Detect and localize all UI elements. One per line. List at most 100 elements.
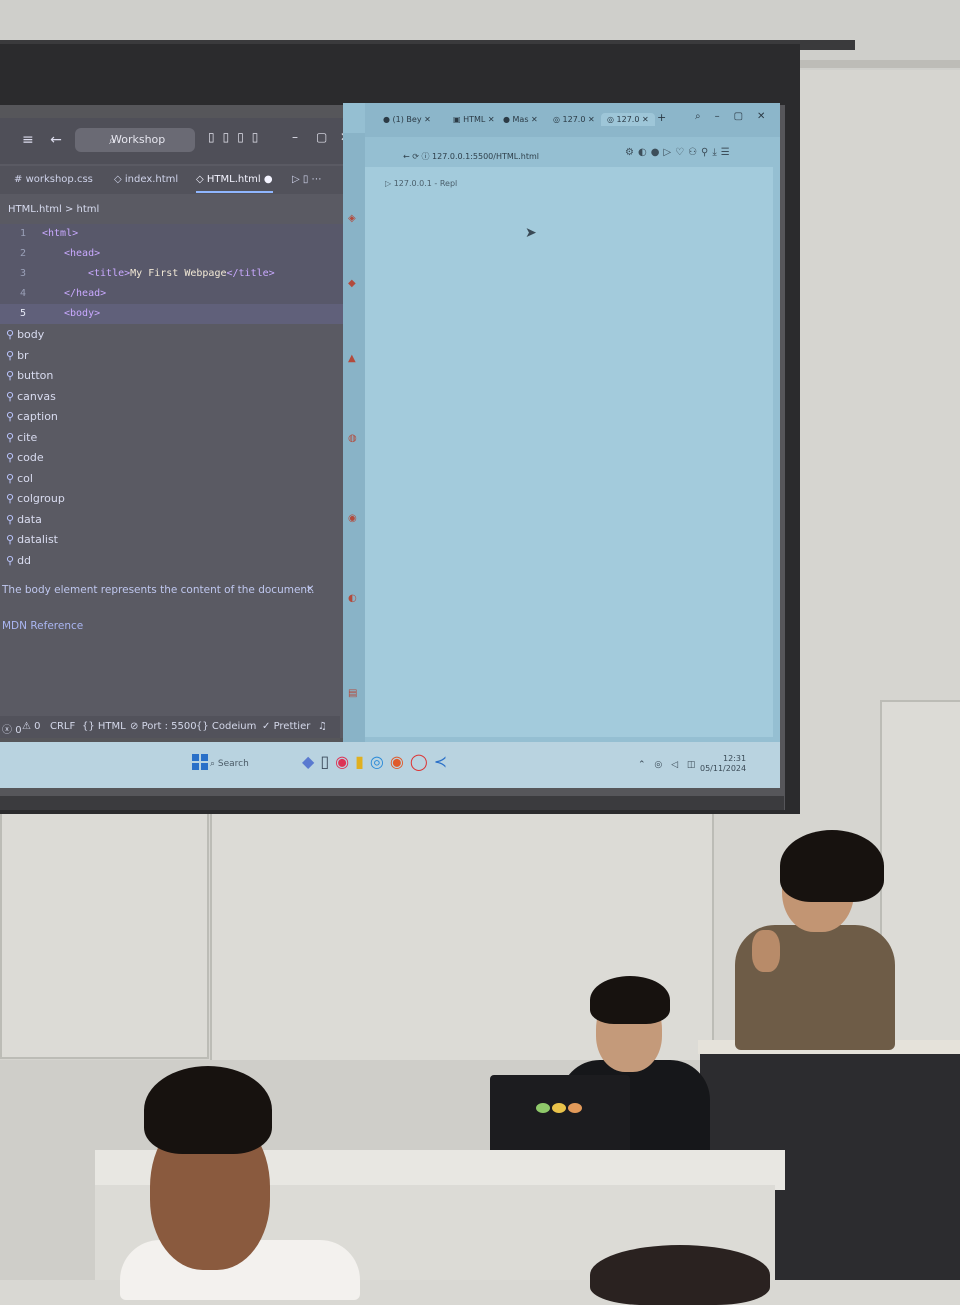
tab-workshop-css[interactable]: # workshop.css <box>14 174 93 185</box>
presenter-hair <box>780 830 884 902</box>
suggestion-item[interactable]: ⚲ datalist <box>6 533 58 553</box>
notifications-icon[interactable]: ♫ <box>318 721 327 732</box>
code-text: My First Webpage <box>130 268 227 279</box>
browser-tab[interactable]: ◎ 127.0 ✕ <box>553 115 595 124</box>
suggestion-item[interactable]: ⚲ canvas <box>6 390 56 410</box>
suggestion-item[interactable]: ⚲ cite <box>6 431 37 451</box>
suggestion-item[interactable]: ⚲ button <box>6 369 53 389</box>
taskbar-search[interactable]: ⌕ Search <box>210 752 290 776</box>
browser-tab-active[interactable]: ◎ 127.0 ✕ <box>601 113 655 126</box>
codeium-status[interactable]: {} Codeium <box>196 721 256 732</box>
codeium-label: Codeium <box>211 721 257 732</box>
page-heading: ▷ 127.0.0.1 - Repl <box>385 179 458 188</box>
suggestion-item[interactable]: ⚲ dd <box>6 554 31 574</box>
minimize-icon[interactable]: – <box>292 130 298 144</box>
new-tab-button[interactable]: + <box>657 111 666 124</box>
code-tag: <title> <box>88 268 131 279</box>
warning-count: 0 <box>34 721 41 732</box>
suggestion-label: code <box>17 451 44 464</box>
suggestion-label: canvas <box>17 390 56 403</box>
browser-window: ◈ ◆ ▲ ◍ ◉ ◐ ▤ ● (1) Bey ✕ ▣ HTML ✕ ● Mas… <box>343 103 780 743</box>
live-server-port[interactable]: ⊘ Port : 5500 <box>130 721 197 732</box>
browser-tab-label: 127.0 <box>562 115 586 124</box>
address-bar[interactable]: ← ⟳ ⓘ 127.0.0.1:5500/HTML.html <box>403 151 539 162</box>
suggestion-item[interactable]: ⚲ code <box>6 451 44 471</box>
sidebar-icon[interactable]: ◍ <box>348 433 357 444</box>
search-label: Workshop <box>111 133 166 146</box>
run-icon[interactable]: ▷ ▯ ⋯ <box>292 174 322 185</box>
warnings-indicator[interactable]: ⚠ 0 <box>22 721 41 732</box>
browser-toolbar-icons[interactable]: ⚙◐●▷♡⚇⚲⤓☰ <box>625 147 734 158</box>
suggestion-item[interactable]: ⚲ body <box>6 328 44 348</box>
language-mode[interactable]: {} HTML <box>82 721 126 732</box>
code-tag: </title> <box>226 268 275 279</box>
language-label: HTML <box>97 721 126 732</box>
sidebar-icon[interactable]: ▤ <box>348 688 357 699</box>
windows-start-icon[interactable] <box>192 754 208 770</box>
command-search[interactable]: ⌕ Workshop <box>75 128 195 152</box>
wrench-icon: ⚲ <box>6 390 15 403</box>
tab-index-html[interactable]: ◇ index.html <box>114 174 178 185</box>
close-icon[interactable]: ✕ <box>306 584 314 595</box>
suggestion-item[interactable]: ⚲ data <box>6 513 42 533</box>
laptop-sticker <box>552 1103 566 1113</box>
suggestion-label: button <box>17 369 54 382</box>
taskbar-app-icons[interactable]: ◆▯◉▮◎◉◯≺ <box>302 752 453 771</box>
code-line-active: 5 <body> <box>0 304 345 324</box>
prettier-status[interactable]: ✓ Prettier <box>262 721 310 732</box>
suggestion-label: br <box>17 349 29 362</box>
code-line: 1 <html> <box>0 224 345 244</box>
browser-tab[interactable]: ● (1) Bey ✕ <box>383 115 431 124</box>
line-number: 1 <box>19 228 26 239</box>
mdn-reference-link[interactable]: MDN Reference <box>2 620 83 632</box>
suggestion-item[interactable]: ⚲ col <box>6 472 33 492</box>
wrench-icon: ⚲ <box>6 349 15 362</box>
wrench-icon: ⚲ <box>6 513 15 526</box>
breadcrumb[interactable]: HTML.html > html <box>8 204 99 215</box>
system-tray-icons[interactable]: ⌃ ◎ ◁ ◫ <box>638 760 698 770</box>
screen-bottom-bar <box>0 796 784 810</box>
editor-tab-bar: # workshop.css ◇ index.html ◇ HTML.html … <box>0 166 358 194</box>
browser-tab-label: 127.0 <box>616 115 640 124</box>
code-tag: <body> <box>64 308 101 319</box>
taskbar-clock[interactable]: 12:31 05/11/2024 <box>700 754 746 774</box>
tab-label: workshop.css <box>25 174 93 185</box>
browser-sidebar: ◈ ◆ ▲ ◍ ◉ ◐ ▤ <box>343 133 365 743</box>
windows-taskbar: ⌕ Search ◆▯◉▮◎◉◯≺ ⌃ ◎ ◁ ◫ 12:31 05/11/20… <box>0 742 780 788</box>
browser-tab-strip: ● (1) Bey ✕ ▣ HTML ✕ ● Mas ✕ ◎ 127.0 ✕ ◎… <box>365 103 780 137</box>
tab-label: index.html <box>124 174 179 185</box>
line-number: 5 <box>19 308 26 319</box>
tab-html-html[interactable]: ◇ HTML.html ● <box>196 174 273 193</box>
browser-viewport[interactable]: ▷ 127.0.0.1 - Repl ➤ <box>365 167 773 737</box>
code-line: 4 </head> <box>0 284 345 304</box>
problems-indicator[interactable]: ⓧ 0 <box>2 721 22 736</box>
page-title-text: 127.0.0.1 - Repl <box>393 179 458 188</box>
maximize-icon[interactable]: ▢ <box>316 130 327 144</box>
suggestion-item[interactable]: ⚲ colgroup <box>6 492 65 512</box>
sidebar-icon[interactable]: ◆ <box>348 278 356 289</box>
sidebar-icon[interactable]: ◉ <box>348 513 357 524</box>
code-area[interactable]: 1 <html> 2 <head> 3 <title>My First Webp… <box>0 224 345 324</box>
layout-icons[interactable]: ▯▯▯▯ <box>208 130 266 144</box>
browser-tab-label: HTML <box>463 115 486 124</box>
sidebar-icon[interactable]: ◐ <box>348 593 357 604</box>
eol-indicator[interactable]: CRLF <box>50 721 75 732</box>
code-tag: <html> <box>42 228 79 239</box>
mouse-cursor-icon: ➤ <box>525 225 537 241</box>
sidebar-icon[interactable]: ◈ <box>348 213 356 224</box>
suggestion-item[interactable]: ⚲ br <box>6 349 29 369</box>
suggestion-label: col <box>17 472 33 485</box>
line-number: 2 <box>19 248 26 259</box>
wrench-icon: ⚲ <box>6 472 15 485</box>
browser-tab[interactable]: ▣ HTML ✕ <box>453 115 495 124</box>
suggestion-label: data <box>17 513 42 526</box>
suggestion-label: cite <box>17 431 38 444</box>
suggestion-item[interactable]: ⚲ caption <box>6 410 58 430</box>
clock-time: 12:31 <box>723 754 747 763</box>
wrench-icon: ⚲ <box>6 410 15 423</box>
presenter-hand <box>752 930 780 972</box>
window-controls[interactable]: ⌕–▢✕ <box>695 111 779 122</box>
browser-tab[interactable]: ● Mas ✕ <box>503 115 538 124</box>
sidebar-icon[interactable]: ▲ <box>348 353 356 364</box>
editor-titlebar: ≡ ← → ⌕ Workshop ▯▯▯▯ – ▢ ✕ <box>0 118 358 164</box>
